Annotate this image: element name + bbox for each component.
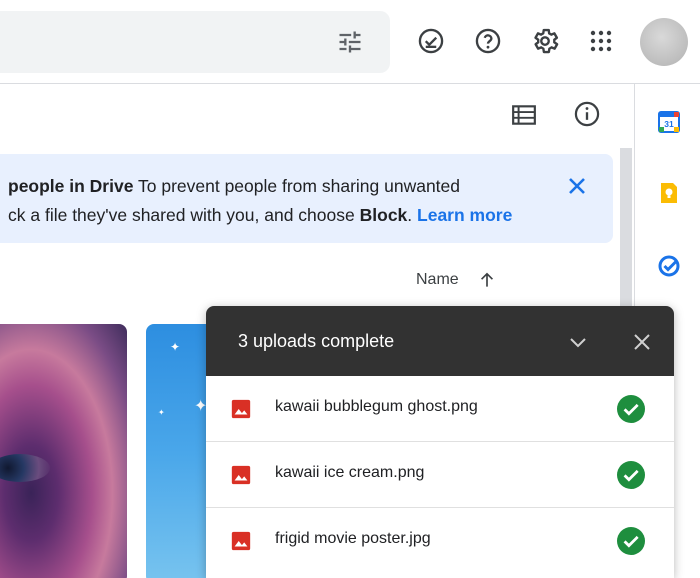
chevron-down-icon[interactable]: [566, 330, 590, 354]
thumbnail-eye: [0, 454, 50, 482]
uploads-panel: 3 uploads complete kawaii bubblegum ghos…: [206, 306, 674, 578]
banner-title: people in Drive: [8, 176, 134, 196]
sort-label: Name: [416, 271, 459, 288]
check-circle-icon: [617, 461, 645, 489]
check-circle-icon: [617, 527, 645, 555]
upload-item[interactable]: kawaii bubblegum ghost.png: [206, 376, 674, 442]
block-info-banner: people in Drive To prevent people from s…: [0, 154, 613, 243]
sparkle-icon: ✦: [170, 340, 181, 354]
account-avatar[interactable]: [640, 18, 688, 66]
apps-grid-icon[interactable]: [586, 26, 616, 56]
info-icon[interactable]: [573, 100, 601, 128]
search-bar[interactable]: [0, 11, 390, 73]
image-file-icon: [231, 465, 251, 485]
banner-block-word: Block: [359, 205, 408, 225]
uploads-title: 3 uploads complete: [238, 331, 395, 351]
banner-text-2: ck a file they've shared with you, and c…: [8, 205, 355, 225]
image-file-icon: [231, 531, 251, 551]
image-file-icon: [231, 399, 251, 419]
learn-more-link[interactable]: Learn more: [417, 205, 512, 225]
upload-item[interactable]: kawaii ice cream.png: [206, 442, 674, 508]
check-circle-icon: [617, 395, 645, 423]
arrow-up-icon[interactable]: [477, 270, 497, 290]
view-toolbar: [0, 84, 634, 146]
tasks-icon[interactable]: [657, 254, 681, 278]
keep-icon[interactable]: [657, 181, 681, 205]
scrollbar[interactable]: [620, 148, 632, 308]
banner-line-1: people in Drive To prevent people from s…: [8, 172, 460, 200]
close-icon[interactable]: [630, 330, 654, 354]
banner-text-1: To prevent people from sharing unwanted: [138, 176, 461, 196]
file-thumbnail[interactable]: [0, 324, 127, 578]
drive-page: 31 people in Drive To prevent people fro…: [0, 0, 700, 578]
top-bar: [0, 0, 700, 84]
settings-icon[interactable]: [530, 26, 560, 56]
upload-item[interactable]: frigid movie poster.jpg: [206, 508, 674, 574]
upload-file-name: frigid movie poster.jpg: [275, 530, 431, 547]
uploads-header: 3 uploads complete: [206, 306, 674, 376]
list-view-icon[interactable]: [511, 102, 537, 128]
calendar-day: 31: [664, 119, 674, 129]
help-icon[interactable]: [473, 26, 503, 56]
upload-file-name: kawaii bubblegum ghost.png: [275, 398, 478, 415]
calendar-icon[interactable]: 31: [657, 110, 681, 134]
offline-ready-icon[interactable]: [416, 26, 446, 56]
banner-line-2: ck a file they've shared with you, and c…: [8, 201, 512, 229]
upload-file-name: kawaii ice cream.png: [275, 464, 425, 481]
close-icon[interactable]: [565, 174, 589, 198]
banner-period: .: [407, 205, 413, 225]
sort-header[interactable]: Name: [416, 270, 497, 290]
sparkle-icon: ✦: [158, 408, 165, 417]
search-options-icon[interactable]: [336, 28, 364, 56]
